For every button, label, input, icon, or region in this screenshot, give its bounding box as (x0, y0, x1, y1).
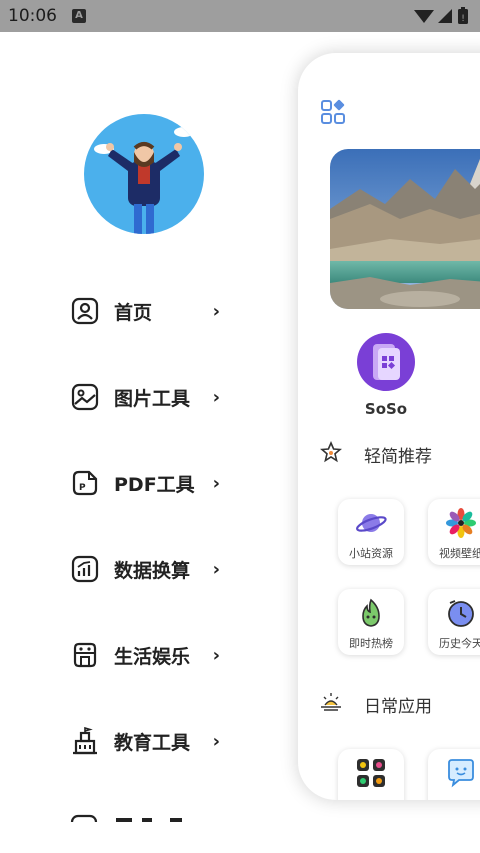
section-title-recommend: 轻简推荐 (364, 446, 432, 467)
tile-chat[interactable] (428, 749, 480, 800)
chevron-right-icon: › (212, 644, 220, 666)
menu-label: 图片工具 (114, 387, 191, 410)
banner-image[interactable] (330, 149, 480, 309)
tile-apps[interactable] (338, 749, 404, 800)
menu-item-partial (70, 814, 220, 822)
avatar-illustration (94, 127, 194, 234)
apps-grid-icon (355, 757, 387, 789)
sunrise-icon (320, 691, 342, 717)
apps-menu-icon[interactable] (320, 99, 346, 129)
menu-item-pdf-tools[interactable]: P PDF工具 › (70, 463, 220, 503)
menu-label: 数据换算 (114, 559, 191, 582)
menu-label: 生活娱乐 (114, 645, 191, 668)
chevron-right-icon: › (212, 472, 220, 494)
soso-app-icon[interactable] (357, 333, 415, 391)
menu-item-data-conversion[interactable]: 数据换算 › (70, 549, 220, 589)
section-title-daily: 日常应用 (364, 696, 432, 717)
status-icons: ! (412, 7, 472, 29)
clock-icon (445, 597, 477, 629)
chat-icon (445, 757, 477, 789)
tile-hot-list[interactable]: 即时热榜 (338, 589, 404, 655)
menu-label: 首页 (114, 301, 153, 324)
status-bar: 10:06 A ! (0, 0, 480, 32)
avatar[interactable] (84, 114, 204, 234)
tile-history-today[interactable]: 历史今天 (428, 589, 480, 655)
tile-label: 视频壁纸 (439, 547, 480, 560)
planet-icon (355, 507, 387, 539)
notification-badge: A (72, 9, 86, 23)
robot-icon (70, 640, 100, 670)
tile-site-resources[interactable]: 小站资源 (338, 499, 404, 565)
image-icon (70, 382, 100, 412)
chart-icon (70, 554, 100, 584)
tile-label: 即时热榜 (349, 637, 393, 650)
chevron-right-icon: › (212, 558, 220, 580)
status-time: 10:06 (8, 6, 57, 26)
section-daily: 日常应用 (320, 691, 432, 717)
school-icon (70, 726, 100, 756)
menu-item-image-tools[interactable]: 图片工具 › (70, 377, 220, 417)
section-recommend: 轻简推荐 (320, 440, 432, 467)
chevron-right-icon: › (212, 730, 220, 752)
svg-text:!: ! (461, 14, 465, 24)
soso-label: SoSo (364, 400, 408, 418)
menu-item-life-entertainment[interactable]: 生活娱乐 › (70, 635, 220, 675)
tile-video-wallpaper[interactable]: 视频壁纸 (428, 499, 480, 565)
main-content-card[interactable]: SoSo 轻简推荐 小站资源 视频壁纸 即时热榜 历史今天 日常应用 (298, 53, 480, 800)
flame-icon (355, 597, 387, 629)
tile-label: 小站资源 (349, 547, 393, 560)
chevron-right-icon: › (212, 386, 220, 408)
chevron-right-icon: › (212, 300, 220, 322)
navigation-drawer: 首页 › 图片工具 › P PDF工具 › 数据换算 › 生活娱乐 › 教育工具 (0, 32, 300, 853)
tile-label: 历史今天 (439, 637, 480, 650)
menu-item-home[interactable]: 首页 › (70, 291, 220, 331)
flower-icon (445, 507, 477, 539)
pdf-icon: P (70, 468, 100, 498)
signal-battery-icon: ! (414, 7, 468, 24)
svg-text:P: P (79, 483, 86, 493)
person-icon (70, 296, 100, 326)
menu-item-education-tools[interactable]: 教育工具 › (70, 721, 220, 761)
menu-label: PDF工具 (114, 473, 195, 496)
menu-label: 教育工具 (114, 731, 191, 754)
star-icon (320, 440, 342, 467)
